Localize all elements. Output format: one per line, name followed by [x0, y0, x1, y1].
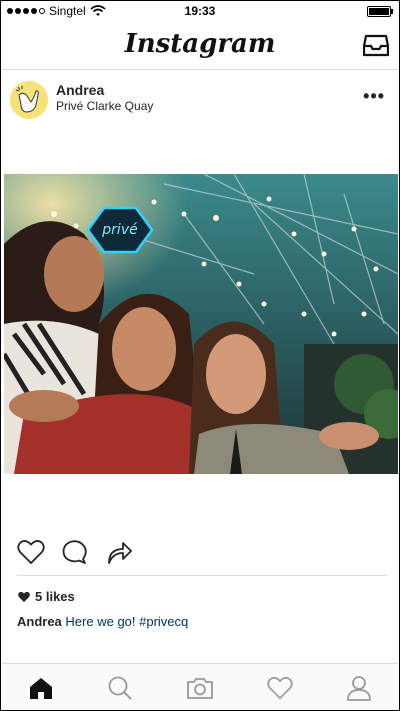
neon-sign-text: privé [101, 222, 138, 238]
clock: 19:33 [184, 4, 216, 18]
caption-username[interactable]: Andrea [17, 614, 62, 629]
shaka-hand-icon [10, 81, 48, 119]
likes-heart-icon [18, 591, 30, 602]
post-location[interactable]: Privé Clarke Quay [56, 99, 153, 113]
post-header: Andrea Privé Clarke Quay ••• [1, 70, 399, 124]
post-actions [17, 539, 133, 565]
status-bar: Singtel 19:33 [1, 1, 399, 21]
likes-count: 5 likes [35, 589, 75, 604]
heart-icon[interactable] [17, 539, 45, 565]
avatar[interactable] [10, 81, 48, 119]
tab-search[interactable] [105, 673, 135, 703]
likes-row[interactable]: 5 likes [17, 589, 75, 604]
camera-icon [187, 678, 213, 699]
inbox-icon[interactable] [363, 33, 389, 57]
post-username[interactable]: Andrea [56, 82, 104, 98]
tab-profile[interactable] [344, 673, 374, 703]
phone-screen: Singtel 19:33 Instagram Andrea Privé Cla… [0, 0, 400, 711]
actions-divider [17, 575, 387, 576]
caption-text[interactable]: Here we go! #privecq [65, 614, 188, 629]
post-photo[interactable]: privé [4, 174, 398, 474]
search-icon [108, 676, 133, 700]
tab-camera[interactable] [185, 673, 215, 703]
more-options-icon[interactable]: ••• [363, 86, 385, 107]
tab-home[interactable] [26, 673, 56, 703]
battery-icon [367, 6, 393, 17]
instagram-logo: Instagram [124, 29, 276, 59]
share-icon[interactable] [105, 539, 133, 565]
tab-activity[interactable] [265, 673, 295, 703]
home-icon [29, 678, 52, 699]
app-header: Instagram [1, 21, 399, 70]
profile-icon [347, 676, 372, 701]
comment-icon[interactable] [61, 539, 89, 565]
activity-heart-icon [266, 676, 293, 699]
post-caption: Andrea Here we go! #privecq [17, 614, 188, 629]
tab-bar [1, 663, 399, 710]
